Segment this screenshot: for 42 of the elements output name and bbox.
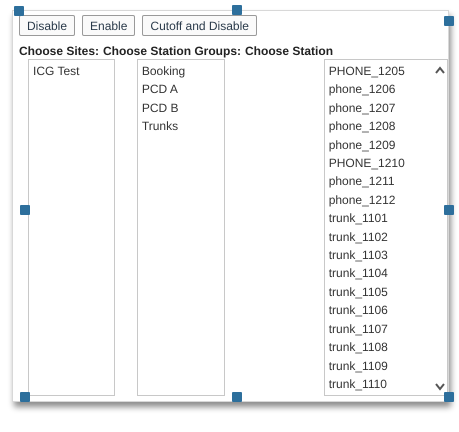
list-box[interactable]: PHONE_1205 phone_1206 phone_1207 phone_1208 phone_1209 PHONE_1210 phone_1211 phone_1212 trunk_1101 trunk_1102 trunk_1103 trunk_1104 trunk_1105 trunk_1106 trunk_1107 trunk_1108 trunk_1109 trunk_1110 [324, 59, 448, 396]
list-item[interactable]: Booking [142, 62, 220, 80]
list-item[interactable]: trunk_1103 [328, 246, 443, 264]
list-item[interactable]: phone_1207 [328, 98, 443, 118]
list-item[interactable]: PCD B [142, 98, 220, 118]
list-item[interactable]: PHONE_1205 [328, 62, 443, 80]
list-item[interactable]: trunk_1102 [328, 228, 443, 246]
scroll-up-icon[interactable] [435, 66, 445, 74]
list-item[interactable]: trunk_1108 [328, 338, 443, 356]
resize-handle-icon[interactable] [232, 5, 242, 15]
resize-handle-icon[interactable] [444, 392, 454, 402]
resize-handle-icon[interactable] [20, 205, 30, 215]
list-item[interactable]: phone_1206 [328, 80, 443, 99]
resize-handle-icon[interactable] [14, 6, 24, 16]
list-item[interactable]: trunk_1104 [328, 264, 443, 283]
list-item[interactable]: trunk_1101 [328, 209, 443, 228]
action-button[interactable]: Cutoff and Disable [142, 15, 257, 36]
list-item[interactable]: phone_1209 [328, 136, 443, 154]
list-item[interactable]: ICG Test [33, 62, 110, 80]
list-item[interactable]: phone_1211 [328, 172, 443, 191]
action-button[interactable]: Disable [19, 15, 76, 36]
resize-handle-icon[interactable] [20, 392, 30, 402]
list-item[interactable]: trunk_1105 [328, 282, 443, 302]
action-button[interactable]: Enable [82, 15, 136, 36]
resize-handle-icon[interactable] [444, 205, 454, 215]
list-item[interactable]: trunk_1110 [328, 374, 443, 394]
section-heading: Choose Sites: [19, 44, 100, 58]
list-item[interactable]: trunk_1109 [328, 356, 443, 375]
list-box[interactable]: Booking PCD A PCD B Trunks [136, 59, 225, 396]
list-item[interactable]: phone_1208 [328, 117, 443, 136]
list-item[interactable]: trunk_1106 [328, 301, 443, 320]
resize-handle-icon[interactable] [232, 392, 242, 402]
resize-handle-icon[interactable] [444, 16, 454, 26]
list-item[interactable]: trunk_1107 [328, 320, 443, 338]
list-item[interactable]: Trunks [142, 117, 220, 136]
list-item[interactable]: PCD A [142, 80, 220, 99]
list-item[interactable]: phone_1212 [328, 190, 443, 210]
list-item[interactable]: PHONE_1210 [328, 154, 443, 172]
list-box[interactable]: ICG Test [28, 59, 115, 396]
scroll-down-icon[interactable] [435, 383, 445, 391]
section-heading: Choose Station Groups: [103, 44, 242, 58]
section-heading: Choose Station [245, 44, 334, 58]
